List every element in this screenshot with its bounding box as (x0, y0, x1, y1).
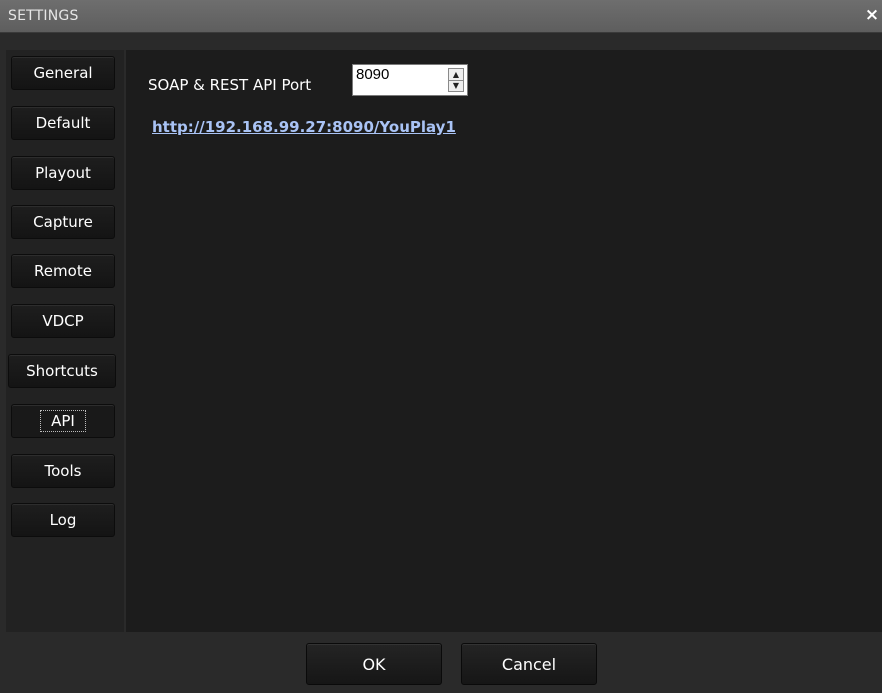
title-bar: SETTINGS × (0, 0, 882, 33)
sidebar-item-capture[interactable]: Capture (11, 205, 115, 239)
api-port-stepper[interactable]: 8090 ▲ ▼ (352, 64, 468, 96)
close-icon[interactable]: × (864, 5, 880, 25)
sidebar-item-shortcuts[interactable]: Shortcuts (8, 354, 116, 388)
settings-window: SETTINGS × General Default Playout Captu… (0, 0, 882, 693)
sidebar-item-log[interactable]: Log (11, 503, 115, 537)
cancel-button[interactable]: Cancel (461, 643, 597, 685)
api-settings-panel (126, 50, 882, 632)
sidebar-item-remote[interactable]: Remote (11, 254, 115, 288)
ok-button[interactable]: OK (306, 643, 442, 685)
down-arrow-icon[interactable]: ▼ (449, 80, 463, 91)
sidebar-item-playout[interactable]: Playout (11, 156, 115, 190)
stepper-buttons: ▲ ▼ (448, 68, 464, 92)
api-port-label: SOAP & REST API Port (148, 76, 312, 94)
api-url-link[interactable]: http://192.168.99.27:8090/YouPlay1 (152, 118, 456, 136)
sidebar-item-general[interactable]: General (11, 56, 115, 90)
sidebar-item-api[interactable]: API (11, 404, 115, 438)
sidebar-item-default[interactable]: Default (11, 106, 115, 140)
api-port-value[interactable]: 8090 (356, 66, 389, 83)
window-title: SETTINGS (8, 8, 79, 24)
sidebar-item-vdcp[interactable]: VDCP (11, 304, 115, 338)
sidebar-item-tools[interactable]: Tools (11, 454, 115, 488)
